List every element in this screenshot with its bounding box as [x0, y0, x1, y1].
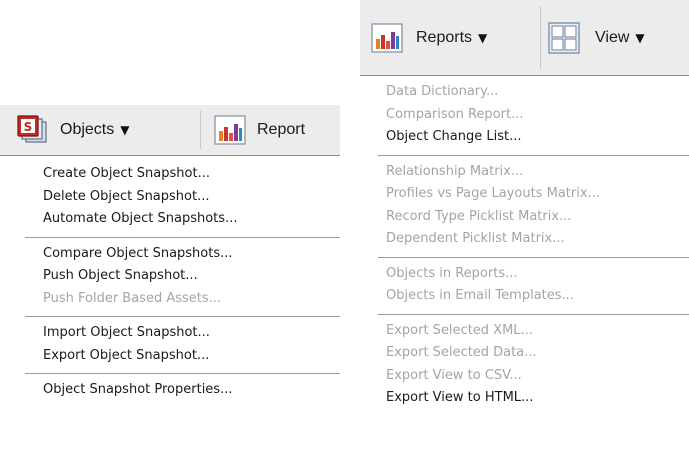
- reports-dropdown-menu: Data Dictionary... Comparison Report... Ob…: [360, 75, 689, 475]
- caret-down-icon: ▼: [635, 30, 645, 45]
- menu-item-data-dictionary[interactable]: Data Dictionary...: [360, 82, 498, 102]
- menu-separator: [25, 316, 340, 317]
- menu-item-export-selected-data[interactable]: Export Selected Data...: [360, 343, 537, 363]
- menu-item-export-selected-xml[interactable]: Export Selected XML...: [360, 321, 533, 341]
- menu-item-compare-object-snapshots[interactable]: Compare Object Snapshots...: [0, 244, 233, 264]
- toolbar-separator: [200, 111, 201, 149]
- objects-menu-label: Objects: [60, 121, 115, 138]
- objects-toolbar: S Objects ▼ Report: [0, 105, 340, 155]
- caret-down-icon: ▼: [478, 30, 488, 45]
- view-menu-button[interactable]: View ▼: [547, 0, 645, 75]
- reports-menu-button[interactable]: Reports ▼: [370, 0, 487, 75]
- menu-item-dependent-picklist-matrix[interactable]: Dependent Picklist Matrix...: [360, 229, 565, 249]
- menu-item-export-object-snapshot[interactable]: Export Object Snapshot...: [0, 346, 209, 366]
- menu-item-profiles-vs-page-layouts-matrix[interactable]: Profiles vs Page Layouts Matrix...: [360, 184, 600, 204]
- svg-text:S: S: [24, 120, 33, 134]
- reports-toolbar: Reports ▼ View ▼: [360, 0, 689, 75]
- caret-down-icon: ▼: [120, 123, 130, 137]
- objects-snapshot-icon: S: [17, 115, 47, 143]
- bar-chart-icon: [371, 22, 403, 53]
- objects-dropdown-menu: Create Object Snapshot... Delete Object S…: [0, 155, 340, 475]
- menu-separator: [25, 236, 340, 238]
- grid-layout-icon: [548, 21, 580, 54]
- menu-separator: [378, 313, 689, 315]
- menu-item-objects-in-email-templates[interactable]: Objects in Email Templates...: [360, 286, 574, 306]
- menu-item-object-change-list[interactable]: Object Change List...: [360, 127, 522, 147]
- bar-chart-icon: [214, 115, 246, 145]
- menu-item-objects-in-reports[interactable]: Objects in Reports...: [360, 264, 518, 284]
- reports-menu-label: Report: [257, 121, 306, 138]
- menu-item-automate-object-snapshots[interactable]: Automate Object Snapshots...: [0, 209, 237, 229]
- menu-separator: [25, 373, 340, 374]
- reports-menu-button-partial[interactable]: Report: [213, 105, 305, 155]
- menu-item-relationship-matrix[interactable]: Relationship Matrix...: [360, 162, 523, 182]
- menu-item-comparison-report[interactable]: Comparison Report...: [360, 105, 523, 125]
- menu-item-create-object-snapshot[interactable]: Create Object Snapshot...: [0, 164, 210, 184]
- reports-menu-label: Reports: [416, 28, 473, 46]
- menu-separator: [378, 256, 689, 258]
- menu-item-import-object-snapshot[interactable]: Import Object Snapshot...: [0, 323, 210, 343]
- view-menu-label: View: [595, 28, 630, 46]
- toolbar-separator: [540, 6, 541, 69]
- menu-separator: [378, 154, 689, 156]
- menu-item-push-object-snapshot[interactable]: Push Object Snapshot...: [0, 266, 198, 286]
- objects-menu-button[interactable]: S Objects ▼: [16, 105, 129, 155]
- menu-item-object-snapshot-properties[interactable]: Object Snapshot Properties...: [0, 380, 232, 400]
- menu-item-export-view-to-csv[interactable]: Export View to CSV...: [360, 366, 522, 386]
- menu-item-export-view-to-html[interactable]: Export View to HTML...: [360, 388, 533, 408]
- menu-item-delete-object-snapshot[interactable]: Delete Object Snapshot...: [0, 187, 210, 207]
- menu-item-push-folder-based-assets[interactable]: Push Folder Based Assets...: [0, 289, 221, 309]
- menu-item-record-type-picklist-matrix[interactable]: Record Type Picklist Matrix...: [360, 207, 571, 227]
